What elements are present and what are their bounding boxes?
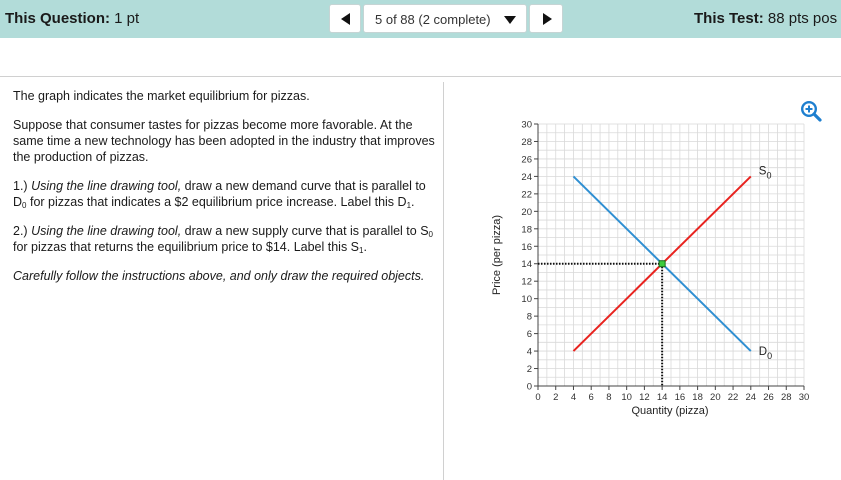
x-tick-label: 4	[571, 392, 576, 403]
part-1-end: .	[411, 195, 415, 209]
next-question-button[interactable]	[529, 4, 563, 33]
question-text-panel: The graph indicates the market equilibri…	[13, 88, 435, 297]
x-tick-label: 2	[553, 392, 558, 403]
y-tick-label: 26	[521, 154, 532, 165]
test-points-label: This Test:	[694, 10, 764, 27]
test-points: This Test: 88 pts pos	[694, 10, 837, 27]
test-points-value: 88 pts pos	[767, 10, 838, 27]
question-progress-text: 5 of 88 (2 complete)	[375, 12, 491, 27]
question-instruction: Carefully follow the instructions above,…	[13, 268, 435, 284]
question-progress-dropdown[interactable]: 5 of 88 (2 complete)	[363, 4, 527, 33]
x-tick-label: 8	[606, 392, 611, 403]
y-tick-label: 4	[527, 347, 532, 358]
part-1-text-b: for pizzas that indicates a $2 equilibri…	[29, 195, 407, 209]
question-points-value: 1 pt	[114, 10, 140, 27]
panel-divider	[443, 82, 444, 480]
part-2-subscript-0: 0	[428, 230, 433, 239]
top-bar: This Question: 1 pt 5 of 88 (2 complete)…	[0, 0, 841, 38]
y-tick-label: 18	[521, 224, 532, 235]
question-intro: The graph indicates the market equilibri…	[13, 89, 310, 103]
x-tick-label: 30	[799, 392, 810, 403]
part-1-subscript-0: 0	[22, 201, 27, 210]
part-2-tool: Using the line drawing tool,	[31, 224, 182, 238]
y-tick-label: 16	[521, 242, 532, 253]
x-tick-label: 12	[639, 392, 650, 403]
x-tick-label: 18	[692, 392, 703, 403]
x-tick-label: 28	[781, 392, 792, 403]
part-2-number: 2.)	[13, 224, 28, 238]
y-tick-label: 20	[521, 207, 532, 218]
question-part-1: 1.) Using the line drawing tool, draw a …	[13, 178, 435, 210]
y-tick-label: 0	[527, 382, 532, 393]
x-tick-label: 16	[675, 392, 686, 403]
question-points-label: This Question:	[5, 10, 110, 27]
part-2-text-b: for pizzas that returns the equilibrium …	[13, 240, 360, 254]
x-tick-label: 20	[710, 392, 721, 403]
x-tick-label: 10	[621, 392, 632, 403]
x-tick-label: 0	[535, 392, 540, 403]
equilibrium-point[interactable]	[658, 260, 666, 268]
question-scenario: Suppose that consumer tastes for pizzas …	[13, 118, 435, 164]
arrow-left-icon	[341, 13, 350, 25]
part-1-number: 1.)	[13, 179, 28, 193]
x-tick-label: 6	[589, 392, 594, 403]
x-tick-label: 24	[746, 392, 757, 403]
x-tick-label: 26	[763, 392, 774, 403]
y-tick-label: 6	[527, 329, 532, 340]
part-1-tool: Using the line drawing tool,	[31, 179, 182, 193]
y-tick-label: 30	[521, 120, 532, 131]
part-2-text-a: draw a new supply curve that is parallel…	[184, 224, 429, 238]
chevron-down-icon	[504, 16, 516, 24]
header-divider	[0, 76, 841, 77]
x-tick-label: 22	[728, 392, 739, 403]
part-2-end: .	[363, 240, 367, 254]
instruction-text: Carefully follow the instructions above,…	[13, 269, 425, 283]
y-tick-label: 2	[527, 364, 532, 375]
y-tick-label: 12	[521, 277, 532, 288]
supply-demand-graph[interactable]: 0 2 4 6 8 10 12 14 16 18 20 22 24 26 28 300246810121416…	[490, 110, 820, 410]
y-tick-label: 28	[521, 137, 532, 148]
y-tick-label: 8	[527, 312, 532, 323]
arrow-right-icon	[543, 13, 552, 25]
y-tick-label: 14	[521, 259, 532, 270]
y-tick-label: 10	[521, 294, 532, 305]
question-part-2: 2.) Using the line drawing tool, draw a …	[13, 223, 435, 255]
question-points: This Question: 1 pt	[5, 10, 139, 27]
y-tick-label: 24	[521, 172, 532, 183]
y-tick-label: 22	[521, 189, 532, 200]
demand-curve-label: D0	[759, 346, 772, 361]
previous-question-button[interactable]	[329, 4, 361, 33]
x-tick-label: 14	[657, 392, 668, 403]
